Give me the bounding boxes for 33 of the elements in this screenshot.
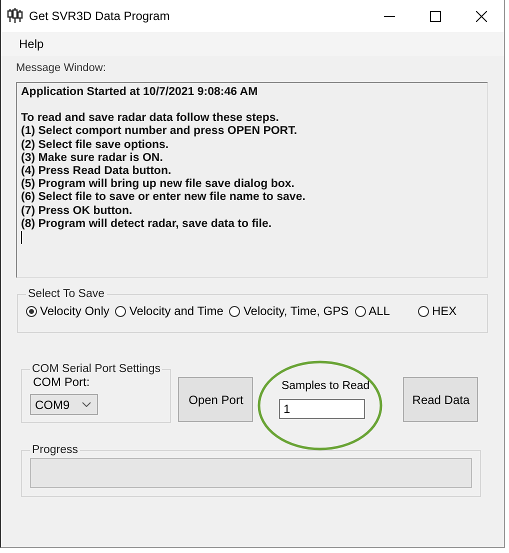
group-title: Progress [31, 444, 80, 456]
menu-item[interactable]: Help [13, 35, 50, 53]
samples-input[interactable]: 1 [279, 399, 366, 419]
radio-option[interactable]: Velocity, Time, GPS [229, 304, 349, 318]
open-port-button[interactable]: Open Port [178, 377, 254, 422]
com-port-dropdown[interactable]: COM9 [30, 394, 98, 415]
group-title: Select To Save [27, 288, 106, 300]
samples-label: Samples to Read [281, 380, 370, 392]
maximize-icon [430, 10, 440, 22]
read-data-button[interactable]: Read Data [403, 377, 478, 422]
chevron-down-icon [82, 402, 91, 407]
message-line: (6) Select file to save or enter new file name to save. [21, 191, 306, 205]
com-port-label: COM Port: [33, 375, 91, 389]
close-icon [476, 10, 486, 22]
group-title: COM Serial Port Settings [31, 363, 162, 375]
radio-option[interactable]: ALL [354, 304, 390, 318]
message-window-label: Message Window: [16, 62, 107, 74]
message-line: (5) Program will bring up new file save dialog box. [21, 178, 296, 192]
message-line: (3) Make sure radar is ON. [21, 152, 164, 166]
app-icon [7, 8, 23, 24]
radio-option[interactable]: HEX [418, 304, 457, 318]
text-cursor [21, 231, 22, 244]
message-header: Application Started at 10/7/2021 9:08:46 AM [21, 86, 259, 100]
message-line: (4) Press Read Data button. [21, 165, 172, 178]
message-line: To read and save radar data follow these steps. [21, 112, 280, 126]
message-line: (2) Select file save options. [21, 138, 170, 152]
radio-option[interactable]: Velocity Only [26, 304, 110, 318]
window-title: Get SVR3D Data Program [29, 9, 171, 23]
radio-option[interactable]: Velocity and Time [115, 304, 224, 318]
message-line: (1) Select comport number and press OPEN PORT. [21, 125, 298, 139]
message-line: (7) Press OK button. [21, 204, 134, 218]
message-line: (8) Program will detect radar, save data to file. [21, 218, 273, 232]
message-text-area[interactable] [16, 82, 488, 278]
